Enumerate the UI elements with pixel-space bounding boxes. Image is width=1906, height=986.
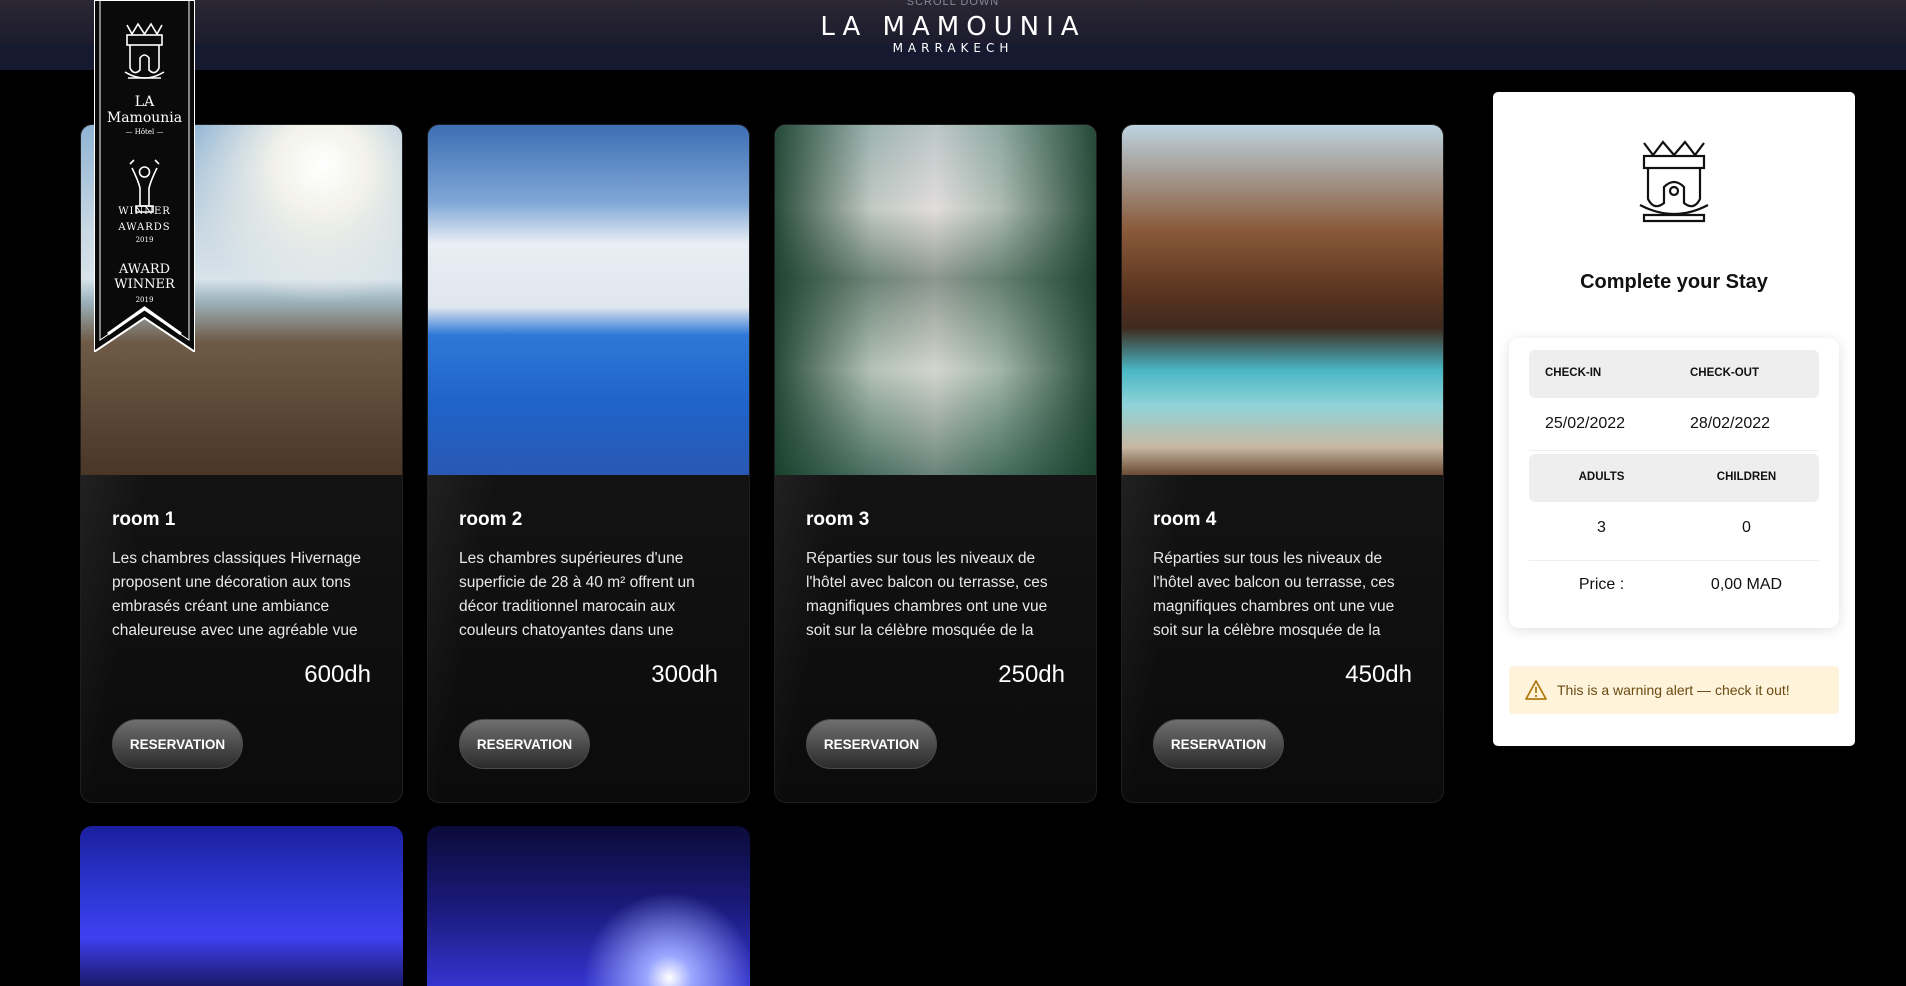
ribbon-hotel-line2: Mamounia [106, 110, 183, 126]
room-photo [428, 125, 749, 475]
room-card: room 4 Réparties sur tous les niveaux de… [1121, 124, 1444, 803]
room-title: room 2 [459, 509, 523, 530]
award-ribbon: LA Mamounia — Hôtel — WINNER AWARDS 2019… [94, 0, 195, 352]
children-label: CHILDREN [1716, 471, 1777, 483]
room-card-partial [427, 826, 750, 986]
room-price: 250dh [998, 661, 1065, 688]
checkout-value[interactable]: 28/02/2022 [1690, 415, 1770, 433]
room-title: room 1 [112, 509, 176, 530]
dates-header-row: CHECK-IN CHECK-OUT [1529, 350, 1819, 398]
scroll-down-hint[interactable]: SCROLL DOWN [0, 0, 1906, 8]
site-header: SCROLL DOWN LA MAMOUNIA MARRAKECH [0, 0, 1906, 70]
ribbon-hotel-line1: LA [134, 94, 155, 110]
warning-icon [1525, 680, 1547, 700]
brand-city: MARRAKECH [892, 41, 1014, 55]
room-price: 300dh [651, 661, 718, 688]
room-description: Les chambres classiques Hivernage propos… [112, 550, 361, 639]
room-description: Les chambres supérieures d'une superfici… [459, 550, 695, 639]
stay-details-box: CHECK-IN CHECK-OUT 25/02/2022 28/02/2022… [1509, 338, 1839, 628]
booking-panel: Complete your Stay CHECK-IN CHECK-OUT 25… [1493, 92, 1855, 746]
room-photo [775, 125, 1096, 475]
room-card-partial [80, 826, 403, 986]
children-value[interactable]: 0 [1674, 519, 1819, 537]
ribbon-hotel-line3: — Hôtel — [125, 128, 164, 136]
reservation-button[interactable]: RESERVATION [459, 719, 590, 769]
room-title: room 3 [806, 509, 870, 530]
ribbon-award-line1: AWARD [118, 262, 171, 277]
reservation-button[interactable]: RESERVATION [112, 719, 243, 769]
ribbon-award-year: 2019 [135, 296, 154, 304]
room-title: room 4 [1153, 509, 1217, 530]
room-description: Réparties sur tous les niveaux de l'hôte… [1153, 550, 1395, 639]
room-card: room 2 Les chambres supérieures d'une su… [427, 124, 750, 803]
hotel-logo-icon [1639, 140, 1709, 223]
guests-header-row: ADULTS CHILDREN [1529, 454, 1819, 502]
warning-alert-text: This is a warning alert — check it out! [1557, 682, 1790, 698]
checkout-label: CHECK-OUT [1690, 367, 1759, 379]
price-label: Price : [1578, 576, 1625, 593]
panel-title: Complete your Stay [1580, 271, 1768, 293]
room-photo [1122, 125, 1443, 475]
reservation-button[interactable]: RESERVATION [1153, 719, 1284, 769]
ribbon-awards: AWARDS [118, 222, 171, 233]
price-value: 0,00 MAD [1710, 576, 1783, 593]
adults-value[interactable]: 3 [1529, 519, 1674, 537]
room-photo [80, 826, 403, 986]
reservation-button[interactable]: RESERVATION [806, 719, 937, 769]
ribbon-winner: WINNER [118, 206, 171, 217]
room-card: room 3 Réparties sur tous les niveaux de… [774, 124, 1097, 803]
room-price: 600dh [304, 661, 371, 688]
ribbon-award-line2: WINNER [114, 277, 175, 292]
ribbon-year: 2019 [135, 236, 154, 244]
adults-label: ADULTS [1578, 471, 1625, 483]
brand-name[interactable]: LA MAMOUNIA [0, 12, 1906, 42]
room-photo [427, 826, 750, 986]
warning-alert: This is a warning alert — check it out! [1509, 666, 1839, 714]
room-description: Réparties sur tous les niveaux de l'hôte… [806, 550, 1048, 639]
checkin-label: CHECK-IN [1545, 367, 1602, 379]
checkin-value[interactable]: 25/02/2022 [1545, 415, 1625, 433]
room-price: 450dh [1345, 661, 1412, 688]
